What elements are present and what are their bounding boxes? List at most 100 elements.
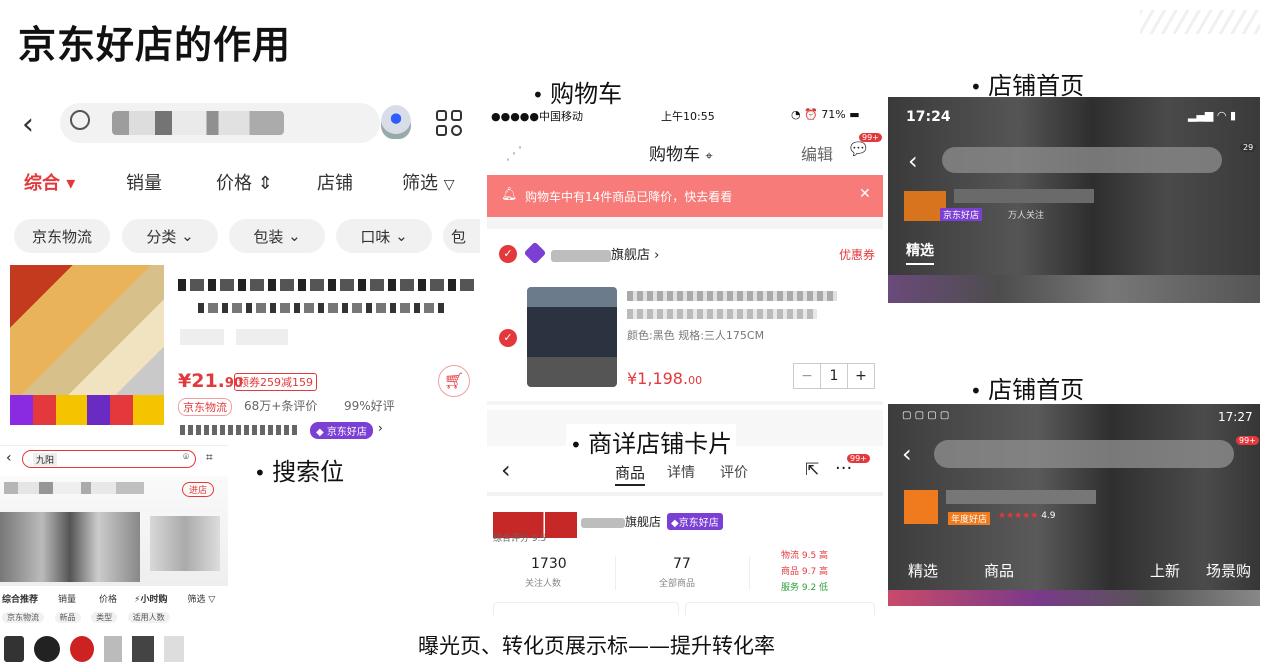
- rating-goods: 商品 9.7 高: [781, 567, 829, 577]
- item-price: ¥1,198.00: [627, 369, 703, 388]
- store-search-blur: [942, 147, 1222, 173]
- chip-more[interactable]: 包: [443, 219, 480, 253]
- store-score: 综合评分 9.5: [493, 534, 547, 544]
- qty-stepper[interactable]: − 1 +: [793, 363, 875, 389]
- status-bar: ●●●●●中国移动 上午10:55 ◔ ⏰ 71% ▬: [491, 108, 860, 123]
- back-icon[interactable]: ‹: [501, 456, 511, 484]
- sub-search-input[interactable]: 九阳 ⌾: [22, 450, 196, 468]
- rating-logistics: 物流 9.5 高: [781, 551, 829, 561]
- tab-scene[interactable]: 场景购: [1206, 560, 1251, 581]
- back-icon[interactable]: ‹: [6, 450, 12, 466]
- tab-sales[interactable]: 销量: [126, 169, 162, 195]
- tab-comprehensive[interactable]: 综合 ▾: [24, 169, 75, 195]
- store-name-blur: [954, 189, 1094, 203]
- search-input[interactable]: [60, 103, 380, 143]
- star-rating: ★★★★★ 4.9: [998, 511, 1056, 521]
- search-icon: [70, 110, 90, 130]
- store-home-screenshot-1: 17:24 ▂▄▆ ◠ ▮ ‹ 29 京东好店 万人关注 精选: [888, 97, 1260, 303]
- tab-store[interactable]: 店铺: [317, 169, 353, 195]
- jd-logistics-tag: 京东物流: [178, 398, 232, 416]
- grid-menu-icon[interactable]: [436, 110, 462, 136]
- tab-filter[interactable]: 筛选 ▽: [402, 169, 455, 195]
- chip-package[interactable]: 包装 ⌄: [229, 219, 325, 253]
- sub-store-banner: 进店: [0, 476, 228, 586]
- tab-details[interactable]: 详情: [667, 462, 695, 482]
- add-to-cart-button[interactable]: 🛒︎: [438, 365, 470, 397]
- bullet-search: 搜索位: [254, 452, 344, 487]
- edit-button[interactable]: 编辑: [801, 141, 833, 165]
- product-tag-blur-2: [236, 329, 288, 345]
- message-badge: 99+: [847, 454, 870, 463]
- followers-count: 1730: [531, 556, 567, 572]
- share-icon[interactable]: ⇱: [805, 460, 819, 480]
- store-logo[interactable]: [904, 490, 938, 524]
- qty-value[interactable]: 1: [821, 364, 847, 388]
- tab-featured[interactable]: 精选: [908, 560, 938, 581]
- message-icon[interactable]: 💬︎: [847, 139, 870, 160]
- rating-service: 服务 9.2 低: [781, 583, 829, 593]
- plus-button[interactable]: +: [847, 364, 874, 388]
- tab-featured[interactable]: 精选: [906, 240, 934, 260]
- products-label: 全部商品: [659, 579, 696, 589]
- chip-category[interactable]: 分类 ⌄: [122, 219, 218, 253]
- tab-products[interactable]: 商品: [984, 560, 1014, 581]
- back-icon[interactable]: ‹: [22, 107, 34, 142]
- store-name-blur: [946, 490, 1096, 504]
- haodian-badge: ◆ 京东好店: [310, 422, 373, 439]
- back-icon[interactable]: ‹: [908, 147, 918, 175]
- sub-enter-button[interactable]: 进店: [182, 482, 215, 497]
- store-name-blur: [180, 425, 300, 435]
- coupon-link[interactable]: 优惠券: [839, 246, 875, 263]
- store-name[interactable]: 旗舰店 ›: [551, 244, 659, 263]
- message-badge: 99+: [1236, 436, 1259, 445]
- price-drop-notice[interactable]: 🔔︎ 购物车中有14件商品已降价，快去看看 ✕: [487, 175, 883, 217]
- chip-flavor[interactable]: 口味 ⌄: [336, 219, 432, 253]
- cart-title: 购物车 ⌖: [649, 145, 713, 165]
- location-icon: ⌖: [705, 149, 713, 164]
- store-checkbox[interactable]: ✓: [499, 245, 517, 263]
- more-badge: 29: [1240, 143, 1257, 152]
- product-image[interactable]: [10, 265, 164, 425]
- good-rate: 99%好评: [344, 399, 395, 413]
- tab-new[interactable]: 上新: [1150, 560, 1180, 581]
- status-icons: ▂▄▆ ◠ ▮: [1188, 109, 1237, 122]
- signal-icon: ●●●●●: [491, 110, 539, 123]
- status-icons: ▢ ▢ ▢ ▢: [902, 410, 950, 421]
- back-icon[interactable]: ‹: [902, 440, 912, 468]
- bell-icon: 🔔︎: [501, 187, 518, 202]
- search-query-blur: [112, 111, 284, 135]
- tab-reviews[interactable]: 评价: [720, 462, 748, 482]
- close-icon[interactable]: ✕: [859, 186, 871, 202]
- watermark: [1140, 10, 1260, 34]
- item-checkbox[interactable]: ✓: [499, 329, 517, 347]
- chip-jd-logistics[interactable]: 京东物流: [14, 219, 110, 253]
- haodian-badge: ◆京东好店: [667, 513, 723, 530]
- slide-title: 京东好店的作用: [18, 23, 292, 67]
- tab-goods[interactable]: 商品: [615, 462, 645, 483]
- products-count: 77: [673, 556, 691, 572]
- item-title-blur: [627, 291, 837, 301]
- camera-icon[interactable]: ⌾: [183, 452, 189, 463]
- haodian-badge: 京东好店: [940, 208, 983, 221]
- share-icon[interactable]: ⋰: [505, 143, 523, 164]
- product-tag-blur: [180, 329, 224, 345]
- status-time: 17:27: [1218, 410, 1253, 424]
- search-panel: ‹ 综合 ▾ 销量 价格 ⇕ 店铺 筛选 ▽ 京东物流 分类 ⌄ 包装 ⌄ 口味…: [8, 95, 480, 440]
- search-sub-screenshot: ‹ 九阳 ⌾ ⌗ 进店 综合推荐 销量 价格 ⚡小时购 筛选 ▽ 京东物流 新品…: [0, 445, 228, 671]
- store-name[interactable]: 旗舰店: [581, 513, 661, 530]
- bullet-store-home-2: 店铺首页: [970, 370, 1084, 405]
- item-spec[interactable]: 颜色:黑色 规格:三人175CM: [627, 327, 764, 343]
- coupon-tag[interactable]: 领券259减159: [234, 373, 317, 391]
- minus-button[interactable]: −: [794, 364, 821, 388]
- grid-menu-icon[interactable]: ⌗: [206, 450, 213, 465]
- sub-chips: 京东物流 新品 类型 适用人数: [2, 612, 170, 623]
- review-count: 68万+条评价: [244, 399, 318, 413]
- store-home-screenshot-2: ▢ ▢ ▢ ▢ 17:27 ‹ 99+ 年度好店 ★★★★★ 4.9 精选 商品…: [888, 404, 1260, 606]
- product-title-blur: [178, 279, 478, 291]
- tab-price[interactable]: 价格 ⇕: [216, 169, 273, 195]
- robot-assistant-icon[interactable]: [381, 105, 411, 139]
- bullet-cart: 购物车: [532, 74, 622, 109]
- store-search-blur: [934, 440, 1234, 468]
- follow-count: 万人关注: [1008, 211, 1045, 221]
- sofa-image[interactable]: [527, 287, 617, 387]
